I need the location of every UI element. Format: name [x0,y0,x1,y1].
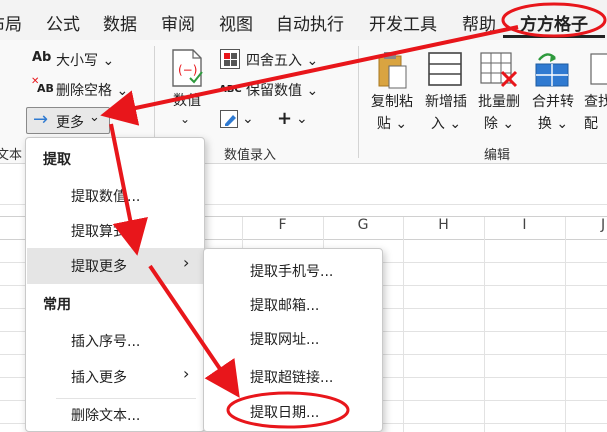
annotation-overlay [100,2,607,429]
annotation-arrow-to-extract-more [109,123,148,256]
annotation-circle-date [226,391,350,429]
annotation-arrow-to-more [100,25,519,126]
annotation-arrow-to-date [148,264,240,398]
annotation-circle-tab [501,2,607,38]
